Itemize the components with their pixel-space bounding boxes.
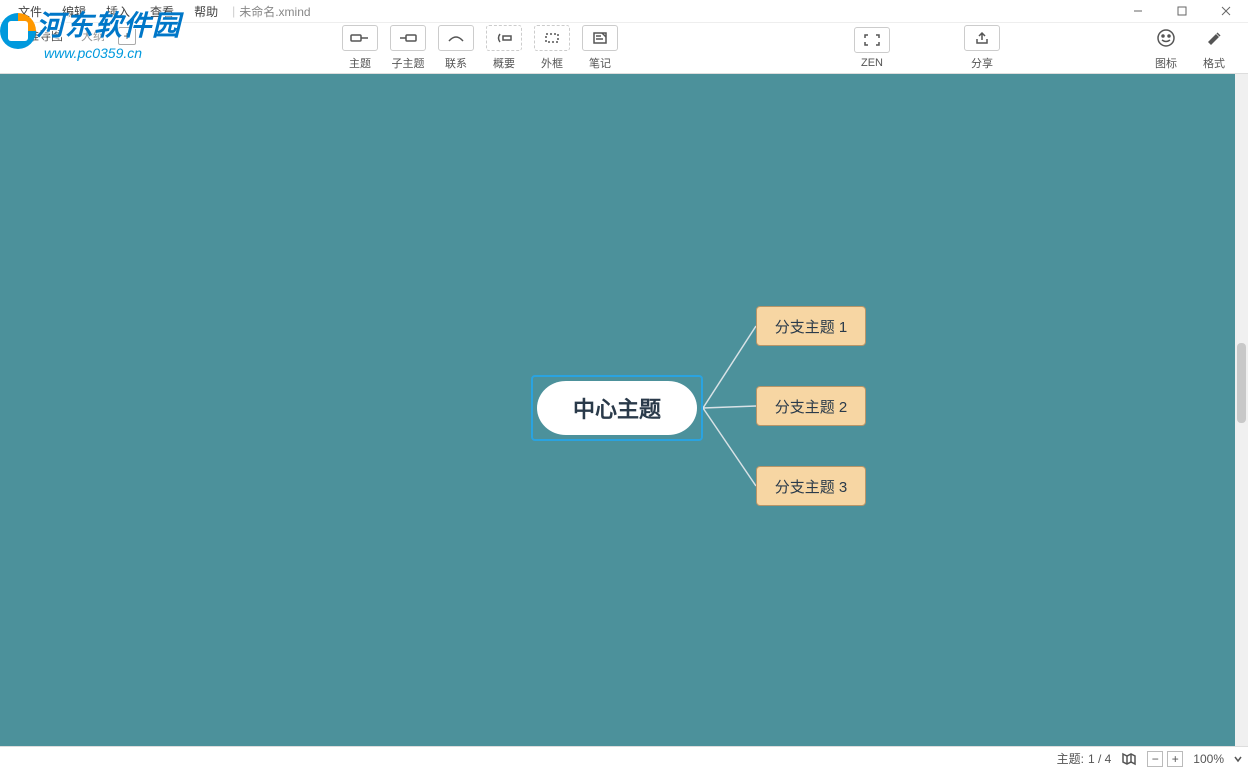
- zen-button[interactable]: ZEN: [848, 23, 896, 73]
- relation-button[interactable]: 联系: [432, 23, 480, 73]
- central-topic[interactable]: 中心主题: [531, 375, 703, 441]
- topic-label: 主题: [349, 55, 371, 71]
- maximize-button[interactable]: [1160, 0, 1204, 22]
- tab-outline[interactable]: 大纲: [72, 22, 114, 49]
- menu-insert[interactable]: 插入: [96, 1, 140, 22]
- vertical-scrollbar[interactable]: [1235, 74, 1248, 746]
- subtopic-button[interactable]: 子主题: [384, 23, 432, 73]
- minimize-button[interactable]: [1116, 0, 1160, 22]
- scroll-thumb[interactable]: [1237, 343, 1246, 423]
- status-topic-label: 主题:: [1057, 750, 1084, 767]
- add-sheet-button[interactable]: +: [118, 27, 136, 45]
- boundary-label: 外框: [541, 55, 563, 71]
- subtopic-label: 子主题: [392, 55, 425, 71]
- branch-topic-1[interactable]: 分支主题 1: [756, 306, 866, 346]
- icons-label: 图标: [1155, 55, 1177, 71]
- statusbar: 主题: 1 / 4 − + 100%: [0, 746, 1248, 770]
- zoom-out-button[interactable]: −: [1147, 751, 1163, 767]
- format-label: 格式: [1203, 55, 1225, 71]
- menu-edit[interactable]: 编辑: [52, 1, 96, 22]
- summary-label: 概要: [493, 55, 515, 71]
- icons-button[interactable]: 图标: [1142, 23, 1190, 73]
- share-label: 分享: [971, 55, 993, 71]
- close-button[interactable]: [1204, 0, 1248, 22]
- canvas[interactable]: 中心主题 分支主题 1 分支主题 2 分支主题 3: [0, 74, 1235, 746]
- menubar: 文件 编辑 插入 查看 帮助 | 未命名.xmind: [0, 0, 1248, 22]
- toolbar: 主题 子主题 联系 概要 外框 笔记 ZEN 分享: [0, 22, 1248, 74]
- tab-mindmap[interactable]: 思维导图: [6, 22, 72, 49]
- relation-label: 联系: [445, 55, 467, 71]
- branch-topic-3[interactable]: 分支主题 3: [756, 466, 866, 506]
- summary-button[interactable]: 概要: [480, 23, 528, 73]
- menu-help[interactable]: 帮助: [184, 1, 228, 22]
- share-button[interactable]: 分享: [958, 23, 1006, 73]
- zoom-in-button[interactable]: +: [1167, 751, 1183, 767]
- topic-button[interactable]: 主题: [336, 23, 384, 73]
- status-topic-count: 1 / 4: [1088, 752, 1111, 766]
- menu-file[interactable]: 文件: [8, 1, 52, 22]
- note-label: 笔记: [589, 55, 611, 71]
- branch-topic-2[interactable]: 分支主题 2: [756, 386, 866, 426]
- document-title: 未命名.xmind: [239, 3, 310, 20]
- zen-label: ZEN: [861, 57, 883, 69]
- note-button[interactable]: 笔记: [576, 23, 624, 73]
- menu-divider: |: [232, 4, 235, 18]
- sheet-tabs: 思维导图 大纲 +: [6, 22, 136, 49]
- boundary-button[interactable]: 外框: [528, 23, 576, 73]
- central-topic-text: 中心主题: [537, 381, 697, 435]
- menu-view[interactable]: 查看: [140, 1, 184, 22]
- map-overview-button[interactable]: [1121, 751, 1137, 767]
- zoom-dropdown-icon[interactable]: [1234, 755, 1242, 763]
- format-button[interactable]: 格式: [1190, 23, 1238, 73]
- zoom-level[interactable]: 100%: [1193, 752, 1224, 766]
